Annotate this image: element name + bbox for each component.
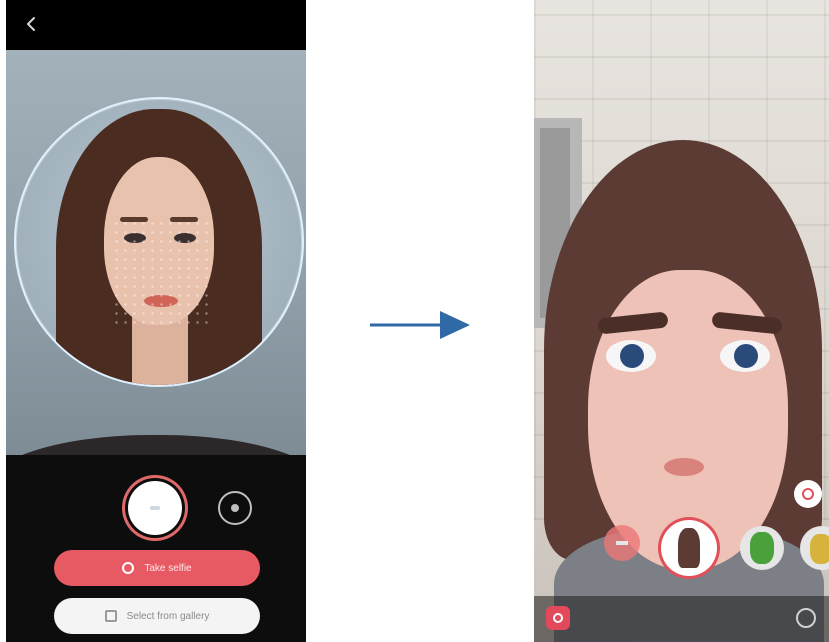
ar-emoji-screen <box>534 0 829 642</box>
switch-camera-icon[interactable] <box>218 491 252 525</box>
gallery-icon <box>104 610 117 622</box>
select-from-gallery-button[interactable]: Select from gallery <box>54 598 260 634</box>
avatar-right-eye <box>720 340 770 372</box>
avatar-mouth <box>664 458 704 476</box>
my-emoji-thumbnail[interactable] <box>661 520 717 576</box>
shutter-icon <box>150 506 160 510</box>
select-from-gallery-label: Select from gallery <box>126 610 210 622</box>
face-guide-circle <box>14 97 304 387</box>
face-mode-icon[interactable] <box>794 480 822 508</box>
avatar-left-eye <box>606 340 656 372</box>
camera-preview <box>6 50 306 455</box>
bottom-bar <box>534 596 829 642</box>
back-icon[interactable] <box>22 14 42 34</box>
face-tracking-points <box>112 219 212 329</box>
sticker-icon[interactable] <box>546 606 570 630</box>
selfie-capture-screen: Take selfie Select from gallery <box>6 0 306 642</box>
shutter-button[interactable] <box>128 481 182 535</box>
subject-shoulders <box>6 435 306 455</box>
take-selfie-button[interactable]: Take selfie <box>54 550 260 586</box>
settings-icon[interactable] <box>796 608 816 628</box>
camera-icon <box>122 562 135 574</box>
add-emoji-icon[interactable] <box>604 525 640 561</box>
take-selfie-label: Take selfie <box>144 562 192 574</box>
dinosaur-emoji-thumbnail[interactable] <box>740 526 784 570</box>
capture-controls: Take selfie Select from gallery <box>6 455 306 642</box>
arrow-right-icon <box>370 311 470 339</box>
top-bar <box>6 0 306 50</box>
